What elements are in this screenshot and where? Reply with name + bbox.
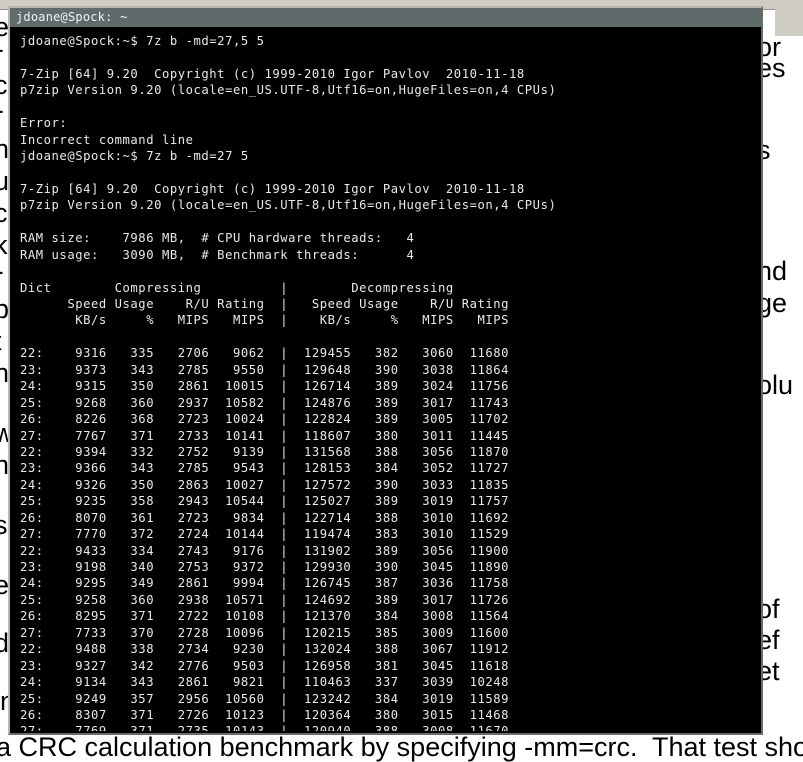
terminal-line: 23: 9198 340 2753 9372 | 129930 390 3045…: [20, 560, 510, 574]
terminal-line: 27: 7733 370 2728 10096 | 120215 385 300…: [20, 625, 510, 640]
terminal-line: RAM size: 7986 MB, # CPU hardware thread…: [20, 231, 415, 246]
terminal-line: 23: 9373 343 2785 9550 | 129648 390 3038…: [20, 362, 510, 377]
terminal-line: jdoane@Spock:~$ 7z b -md=27 5: [20, 149, 249, 164]
terminal-line: 25: 9235 358 2943 10544 | 125027 389 301…: [20, 494, 510, 509]
terminal-line: 23: 9366 343 2785 9543 | 128153 384 3052…: [20, 461, 510, 476]
bg-text-fragment: c: [0, 198, 8, 228]
terminal-line: 22: 9488 338 2734 9230 | 132024 388 3067…: [20, 642, 510, 657]
terminal-line: 25: 9258 360 2938 10571 | 124692 389 301…: [20, 592, 510, 607]
terminal-line: 24: 9315 350 2861 10015 | 126714 389 302…: [20, 379, 510, 394]
terminal-line: 7-Zip [64] 9.20 Copyright (c) 1999-2010 …: [20, 66, 525, 81]
terminal-line: 27: 7770 372 2724 10144 | 119474 383 301…: [20, 527, 510, 542]
terminal-line: Dict Compressing | Decompressing: [20, 280, 454, 295]
bg-text-fragment: k: [0, 230, 8, 260]
terminal-line: Speed Usage R/U Rating | Speed Usage R/U…: [20, 297, 510, 311]
terminal-line: 25: 9249 357 2956 10560 | 123242 384 301…: [20, 691, 510, 706]
terminal-line: 27: 7767 371 2733 10141 | 118607 380 301…: [20, 428, 510, 443]
terminal-line: KB/s % MIPS MIPS | KB/s % MIPS MIPS: [20, 313, 510, 328]
terminal-line: RAM usage: 3090 MB, # Benchmark threads:…: [20, 247, 415, 262]
terminal-window[interactable]: jdoane@Spock: ~ jdoane@Spock:~$ 7z b -md…: [8, 6, 763, 735]
terminal-output-area[interactable]: jdoane@Spock:~$ 7z b -md=27,5 5 7-Zip [64…: [12, 29, 759, 731]
terminal-line: 26: 8070 361 2723 9834 | 122714 388 3010…: [20, 510, 510, 525]
terminal-line: 26: 8295 371 2722 10108 | 121370 384 300…: [20, 609, 510, 624]
terminal-line: 22: 9394 332 2752 9139 | 131568 388 3056…: [20, 444, 510, 459]
terminal-line: 24: 9295 349 2861 9994 | 126745 387 3036…: [20, 576, 510, 591]
bg-text-fragment: t: [0, 328, 2, 355]
terminal-titlebar[interactable]: jdoane@Spock: ~: [10, 8, 761, 27]
terminal-line: 22: 9316 335 2706 9062 | 129455 382 3060…: [20, 346, 510, 361]
terminal-line: 22: 9433 334 2743 9176 | 131902 389 3056…: [20, 543, 510, 558]
bg-body-text-line: a CRC calculation benchmark by specifyin…: [0, 732, 803, 762]
terminal-line: Incorrect command line: [20, 132, 194, 147]
bg-text-fragment: r: [0, 264, 3, 291]
terminal-line: 26: 8226 368 2723 10024 | 122824 389 300…: [20, 412, 510, 427]
bg-text-fragment: r: [0, 42, 3, 69]
bg-text-fragment: c: [0, 70, 8, 100]
terminal-line: 27: 7769 371 2735 10143 | 120940 388 300…: [20, 723, 759, 731]
terminal-line: 24: 9134 343 2861 9821 | 110463 337 3039…: [20, 675, 510, 690]
terminal-line: 25: 9268 360 2937 10582 | 124876 389 301…: [20, 395, 510, 410]
terminal-line: 7-Zip [64] 9.20 Copyright (c) 1999-2010 …: [20, 181, 525, 196]
terminal-line: 23: 9327 342 2776 9503 | 126958 381 3045…: [20, 658, 510, 673]
application-chrome-right: [775, 0, 803, 36]
terminal-line: p7zip Version 9.20 (locale=en_US.UTF-8,U…: [20, 198, 557, 213]
terminal-title: jdoane@Spock: ~: [16, 10, 128, 24]
terminal-line: Error:: [20, 116, 68, 131]
terminal-line: p7zip Version 9.20 (locale=en_US.UTF-8,U…: [20, 83, 557, 98]
bg-text-fragment: r: [0, 103, 3, 130]
terminal-line: 26: 8307 371 2726 10123 | 120364 380 301…: [20, 707, 510, 722]
terminal-line: jdoane@Spock:~$ 7z b -md=27,5 5: [20, 34, 265, 48]
terminal-line: 24: 9326 350 2863 10027 | 127572 390 303…: [20, 477, 510, 492]
